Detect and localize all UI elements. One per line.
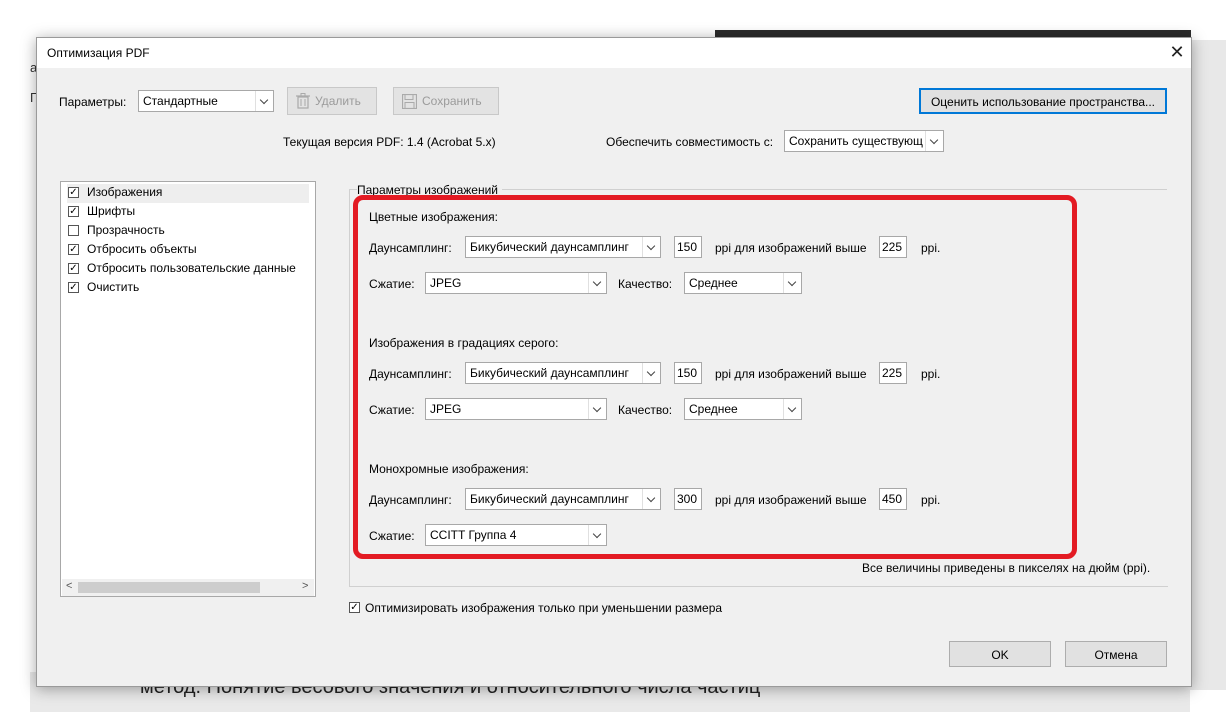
checkbox-discard-objects[interactable]: ✓ <box>68 244 79 255</box>
list-item-label: Изображения <box>87 185 163 199</box>
delete-button-label: Удалить <box>315 94 361 108</box>
preset-select[interactable]: Стандартные <box>138 90 274 112</box>
checkbox-clean-up[interactable]: ✓ <box>68 282 79 293</box>
dialog-title: Оптимизация PDF <box>47 46 150 60</box>
save-button[interactable]: Сохранить <box>393 87 499 115</box>
ok-button[interactable]: OK <box>949 641 1051 667</box>
list-item-label: Прозрачность <box>87 223 165 237</box>
trash-icon <box>296 93 310 109</box>
scroll-right-icon[interactable]: > <box>302 580 308 592</box>
checkbox-discard-user-data[interactable]: ✓ <box>68 263 79 274</box>
horizontal-scrollbar[interactable]: < > <box>62 579 314 596</box>
scroll-left-icon[interactable]: < <box>66 580 72 592</box>
chevron-down-icon <box>255 91 273 111</box>
units-note: Все величины приведены в пикселях на дюй… <box>862 561 1151 575</box>
optimize-checkbox[interactable]: ✓ <box>349 602 360 613</box>
title-bar: Оптимизация PDF ✕ <box>37 38 1191 68</box>
list-item-label: Шрифты <box>87 204 136 218</box>
chevron-down-icon <box>925 131 943 151</box>
highlight-frame <box>353 195 1077 559</box>
checkbox-fonts[interactable]: ✓ <box>68 206 79 217</box>
background-app-right <box>1190 40 1226 690</box>
audit-space-button[interactable]: Оценить использование пространства... <box>919 88 1167 114</box>
checkbox-images[interactable]: ✓ <box>68 187 79 198</box>
list-item-label: Очистить <box>87 280 140 294</box>
compat-label: Обеспечить совместимость с: <box>606 135 774 149</box>
current-version-text: Текущая версия PDF: 1.4 (Acrobat 5.x) <box>283 135 496 149</box>
save-button-label: Сохранить <box>422 94 482 108</box>
scrollbar-thumb[interactable] <box>78 582 260 593</box>
delete-button[interactable]: Удалить <box>287 87 377 115</box>
checkbox-transparency[interactable] <box>68 225 79 236</box>
params-label: Параметры: <box>59 95 127 109</box>
list-item-label: Отбросить пользовательские данные <box>87 261 296 275</box>
preset-value: Стандартные <box>143 94 218 108</box>
list-item-images[interactable]: ✓ Изображения <box>67 184 309 203</box>
cancel-button[interactable]: Отмена <box>1065 641 1167 667</box>
list-item-label: Отбросить объекты <box>87 242 197 256</box>
compat-select[interactable]: Сохранить существующ <box>784 130 944 152</box>
compat-value: Сохранить существующ <box>789 134 923 148</box>
optimize-pdf-dialog: Оптимизация PDF ✕ Параметры: Стандартные… <box>36 37 1192 687</box>
optimize-checkbox-label: Оптимизировать изображения только при ум… <box>365 601 723 615</box>
floppy-disk-icon <box>402 94 417 109</box>
background-app <box>0 0 38 721</box>
panels-list: ✓ Изображения ✓ Шрифты Прозрачность ✓ От… <box>60 181 316 597</box>
close-icon[interactable]: ✕ <box>1165 40 1189 64</box>
